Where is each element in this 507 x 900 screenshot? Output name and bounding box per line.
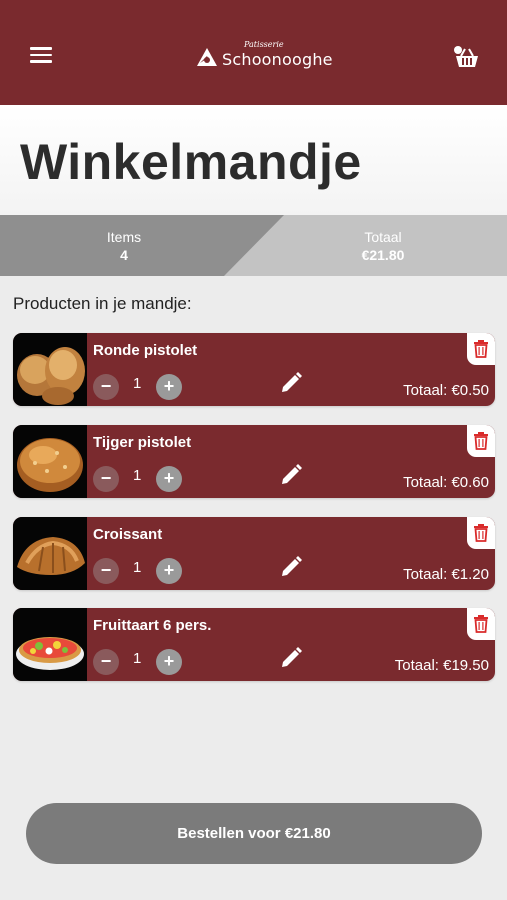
decrease-quantity-button[interactable]: − [93, 374, 119, 400]
decrease-quantity-button[interactable]: − [93, 466, 119, 492]
cart-summary: Items 4 Totaal €21.80 [0, 215, 507, 276]
decrease-quantity-button[interactable]: − [93, 558, 119, 584]
logo-mark-icon [196, 46, 218, 68]
increase-quantity-button[interactable]: + [156, 466, 182, 492]
product-total: Totaal: €0.60 [403, 474, 489, 491]
increase-quantity-button[interactable]: + [156, 374, 182, 400]
cart-item: Croissant − 1 + Totaal: €1.20 [13, 517, 495, 590]
page-title: Winkelmandje [20, 134, 362, 190]
product-name: Croissant [93, 526, 163, 543]
brand-logo: Patisserie Schoonooghe [196, 39, 333, 72]
product-image-fruit-tart [13, 608, 87, 681]
cart-item: Ronde pistolet − 1 + Totaal: €0.50 [13, 333, 495, 406]
product-image-croissant [13, 517, 87, 590]
trash-delete-icon[interactable] [467, 425, 495, 457]
pencil-edit-icon[interactable] [279, 646, 303, 670]
product-total: Totaal: €1.20 [403, 566, 489, 583]
items-count-stat: Items 4 [54, 229, 194, 263]
product-name: Tijger pistolet [93, 434, 192, 451]
trash-delete-icon[interactable] [467, 517, 495, 549]
items-value: 4 [120, 247, 128, 263]
total-label: Totaal [364, 229, 402, 245]
product-image-tiger-bread-roll [13, 425, 87, 498]
title-area: Winkelmandje [0, 105, 507, 215]
pencil-edit-icon[interactable] [279, 371, 303, 395]
logo-title: Schoonooghe [222, 49, 333, 69]
total-value: €21.80 [361, 247, 405, 263]
logo-subtitle: Patisserie [244, 39, 284, 49]
section-label: Producten in je mandje: [13, 294, 192, 313]
order-button[interactable]: Bestellen voor €21.80 [26, 803, 482, 864]
decrease-quantity-button[interactable]: − [93, 649, 119, 675]
quantity-value: 1 [133, 559, 142, 576]
quantity-value: 1 [133, 467, 142, 484]
items-label: Items [106, 229, 142, 245]
trash-delete-icon[interactable] [467, 608, 495, 640]
increase-quantity-button[interactable]: + [156, 558, 182, 584]
product-image-round-bread-rolls [13, 333, 87, 406]
product-total: Totaal: €0.50 [403, 382, 489, 399]
cart-item: Tijger pistolet − 1 + Totaal: €0.60 [13, 425, 495, 498]
basket-icon[interactable] [452, 45, 482, 69]
pencil-edit-icon[interactable] [279, 463, 303, 487]
product-name: Ronde pistolet [93, 342, 198, 359]
pencil-edit-icon[interactable] [279, 555, 303, 579]
trash-delete-icon[interactable] [467, 333, 495, 365]
total-stat: Totaal €21.80 [313, 229, 453, 263]
cart-item: Fruittaart 6 pers. − 1 + Totaal: €19.50 [13, 608, 495, 681]
increase-quantity-button[interactable]: + [156, 649, 182, 675]
quantity-value: 1 [133, 375, 142, 392]
quantity-value: 1 [133, 650, 142, 667]
product-total: Totaal: €19.50 [394, 657, 489, 674]
hamburger-menu-icon[interactable] [30, 47, 52, 65]
product-name: Fruittaart 6 pers. [93, 617, 212, 634]
app-header: Patisserie Schoonooghe [0, 0, 507, 105]
